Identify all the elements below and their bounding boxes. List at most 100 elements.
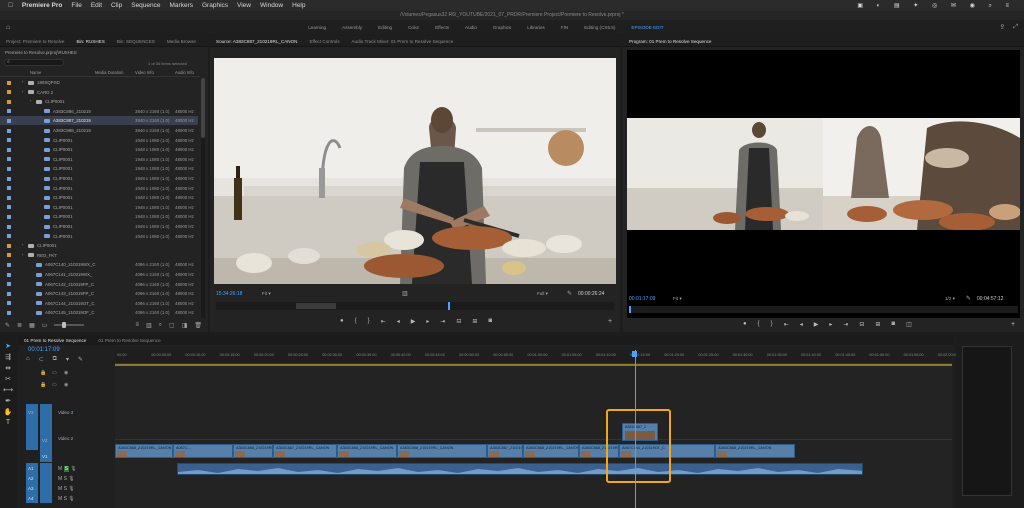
go-to-out-icon[interactable]: ⇥ — [440, 318, 445, 325]
bin-list-item[interactable]: CLIP0001 1948 x 1080 (1.0) 48000 Hz — [0, 212, 198, 221]
label-color-swatch[interactable] — [7, 243, 11, 248]
solo-button[interactable]: S — [64, 486, 67, 492]
apple-icon[interactable]:  — [8, 2, 13, 9]
menu-view[interactable]: View — [237, 2, 251, 9]
marker-icon[interactable]: ▾ — [66, 356, 69, 363]
prog-mark-in-icon[interactable]: { — [758, 321, 760, 328]
col-media-duration[interactable]: Media Duration — [95, 70, 123, 75]
timeline-clip[interactable]: A383C888_210219RL_CANON — [233, 444, 273, 458]
share-icon[interactable]: ⇪ — [999, 23, 1005, 31]
extract-icon[interactable]: ⊞ — [875, 321, 880, 328]
prog-mark-icon[interactable]: ● — [743, 321, 747, 328]
workspace-episode-edit[interactable]: EPISODE EDIT — [631, 25, 663, 30]
label-color-swatch[interactable] — [7, 80, 11, 85]
freeform-view-icon[interactable]: ▭ — [42, 322, 48, 329]
eye-icon[interactable]: ◉ — [64, 370, 68, 376]
workspace-color[interactable]: Color — [408, 25, 419, 30]
label-color-swatch[interactable] — [7, 262, 11, 267]
bin-list-item[interactable]: A067C140_210319WX_C 4096 x 2160 (1.0) 4800… — [0, 260, 198, 269]
go-to-in-icon[interactable]: ⇤ — [381, 318, 386, 325]
workspace-graphics[interactable]: Graphics — [493, 25, 511, 30]
mark-out-icon[interactable]: } — [368, 318, 370, 325]
selection-tool-icon[interactable]: ➤ — [5, 342, 11, 350]
workspace-libraries[interactable]: Libraries — [527, 25, 545, 30]
label-color-swatch[interactable] — [7, 253, 11, 258]
label-color-swatch[interactable] — [7, 138, 11, 143]
disclosure-triangle-icon[interactable]: › — [22, 252, 23, 257]
bin-list-item[interactable]: A383C886_210219 3840 x 2160 (1.0) 48000 Hz — [0, 107, 198, 116]
bin-list-item[interactable]: A067C144_210319OT_C 4096 x 2160 (1.0) 4800… — [0, 299, 198, 308]
bin-list-item[interactable]: CLIP0001 1948 x 1080 (1.0) 48000 Hz — [0, 136, 198, 145]
program-scrubber[interactable] — [629, 306, 1018, 313]
solo-button[interactable]: S — [64, 476, 67, 482]
program-wrench-icon[interactable]: ✎ — [966, 295, 971, 302]
col-audio-info[interactable]: Audio Info — [175, 70, 194, 75]
col-video-info[interactable]: Video Info — [135, 70, 154, 75]
workspace-effects[interactable]: Effects — [435, 25, 449, 30]
bin-list-item[interactable]: CLIP0001 1948 x 1080 (1.0) 48000 Hz — [0, 232, 198, 241]
workspace-learning[interactable]: Learning — [308, 25, 326, 30]
tab-sequence-1[interactable]: 01 Prem to Resolve Sequence — [24, 338, 86, 343]
workspace-audio[interactable]: Audio — [465, 25, 477, 30]
timeline-clip[interactable]: A383C888_210219RL_CANON — [397, 444, 487, 458]
insert-icon[interactable]: ⊟ — [456, 318, 461, 325]
source-scrubber[interactable] — [216, 302, 614, 310]
razor-icon[interactable]: ✂ — [5, 375, 11, 383]
timeline-clip[interactable]: A383C888_210219RL_CANON — [715, 444, 795, 458]
step-forward-icon[interactable]: ▸ — [426, 318, 429, 325]
home-icon[interactable]: ⌂ — [6, 24, 10, 31]
label-color-swatch[interactable] — [7, 214, 11, 219]
program-add-button[interactable]: + — [1011, 321, 1015, 328]
tab-bin-rushes[interactable]: Bin: RUSHES — [76, 39, 104, 44]
fullscreen-icon[interactable]: ⤢ — [1013, 24, 1018, 31]
mic-icon[interactable]: 🎙 — [68, 496, 74, 502]
label-color-swatch[interactable] — [7, 176, 11, 181]
linked-icon[interactable]: ⧉ — [53, 356, 57, 363]
source-fit-dropdown[interactable]: Fit ▾ — [262, 291, 271, 297]
timeline-clip[interactable]: A383C887_210219RL_CANON — [487, 444, 523, 458]
menu-window[interactable]: Window — [260, 2, 283, 9]
playhead-handle[interactable] — [632, 351, 637, 357]
prog-step-forward-icon[interactable]: ▸ — [829, 321, 832, 328]
slip-icon[interactable]: ⟷ — [3, 386, 13, 394]
program-timecode[interactable]: 00:01:17:09 — [629, 296, 655, 302]
sort-icon[interactable]: ≡ — [135, 322, 139, 328]
bin-list-item[interactable]: CLIP0001 1948 x 1080 (1.0) 48000 Hz — [0, 174, 198, 183]
mic-icon[interactable]: 🎙 — [68, 486, 74, 492]
solo-button[interactable]: S — [64, 496, 67, 502]
a1-source[interactable] — [40, 463, 52, 503]
pencil-icon[interactable]: ✎ — [5, 322, 10, 329]
prog-go-to-out-icon[interactable]: ⇥ — [843, 321, 848, 328]
menu-file[interactable]: File — [71, 2, 81, 9]
prog-camera-icon[interactable]: ◙ — [891, 321, 895, 328]
workspace-fin[interactable]: FIN — [561, 25, 568, 30]
compare-icon[interactable]: ◫ — [906, 321, 912, 328]
label-color-swatch[interactable] — [7, 128, 11, 133]
new-item-icon[interactable]: ◨ — [182, 322, 188, 329]
lock-icon[interactable]: 🔒 — [40, 382, 46, 388]
pen-icon[interactable]: ✒ — [5, 397, 11, 405]
label-color-swatch[interactable] — [7, 157, 11, 162]
timeline-clip[interactable]: A383C888_210219RL_CANON — [337, 444, 397, 458]
prog-play-icon[interactable]: ▶ — [814, 321, 819, 328]
camera-icon[interactable]: ◙ — [488, 318, 492, 325]
nest-icon[interactable]: ⌂ — [26, 356, 30, 363]
timeline-clip[interactable]: A383C888_210219RL_CANON — [523, 444, 579, 458]
bin-list-item[interactable]: › CLIP0001 — [0, 241, 198, 250]
sync-icon[interactable]: ▭ — [52, 370, 57, 376]
menu-clip[interactable]: Clip — [111, 2, 122, 9]
label-color-swatch[interactable] — [7, 99, 11, 104]
bin-list-item[interactable]: CLIP0001 1948 x 1080 (1.0) 48000 Hz — [0, 184, 198, 193]
play-icon[interactable]: ▶ — [411, 318, 416, 325]
find-icon[interactable]: ⌕ — [159, 322, 162, 329]
timeline-clip[interactable]: A383C887_210219RL_CANON — [273, 444, 337, 458]
label-color-swatch[interactable] — [7, 109, 11, 114]
label-color-swatch[interactable] — [7, 118, 11, 123]
bin-list-item[interactable]: CLIP0001 1948 x 1080 (1.0) 48000 Hz — [0, 193, 198, 202]
mute-button[interactable]: M — [58, 476, 62, 482]
program-video-frame[interactable] — [627, 50, 1020, 318]
program-fit-dropdown[interactable]: Fit ▾ — [673, 296, 682, 302]
col-name[interactable]: Name — [30, 70, 41, 75]
mute-button[interactable]: M — [58, 486, 62, 492]
timeline-clip[interactable]: A383C888_210219RL_CANON — [115, 444, 173, 458]
